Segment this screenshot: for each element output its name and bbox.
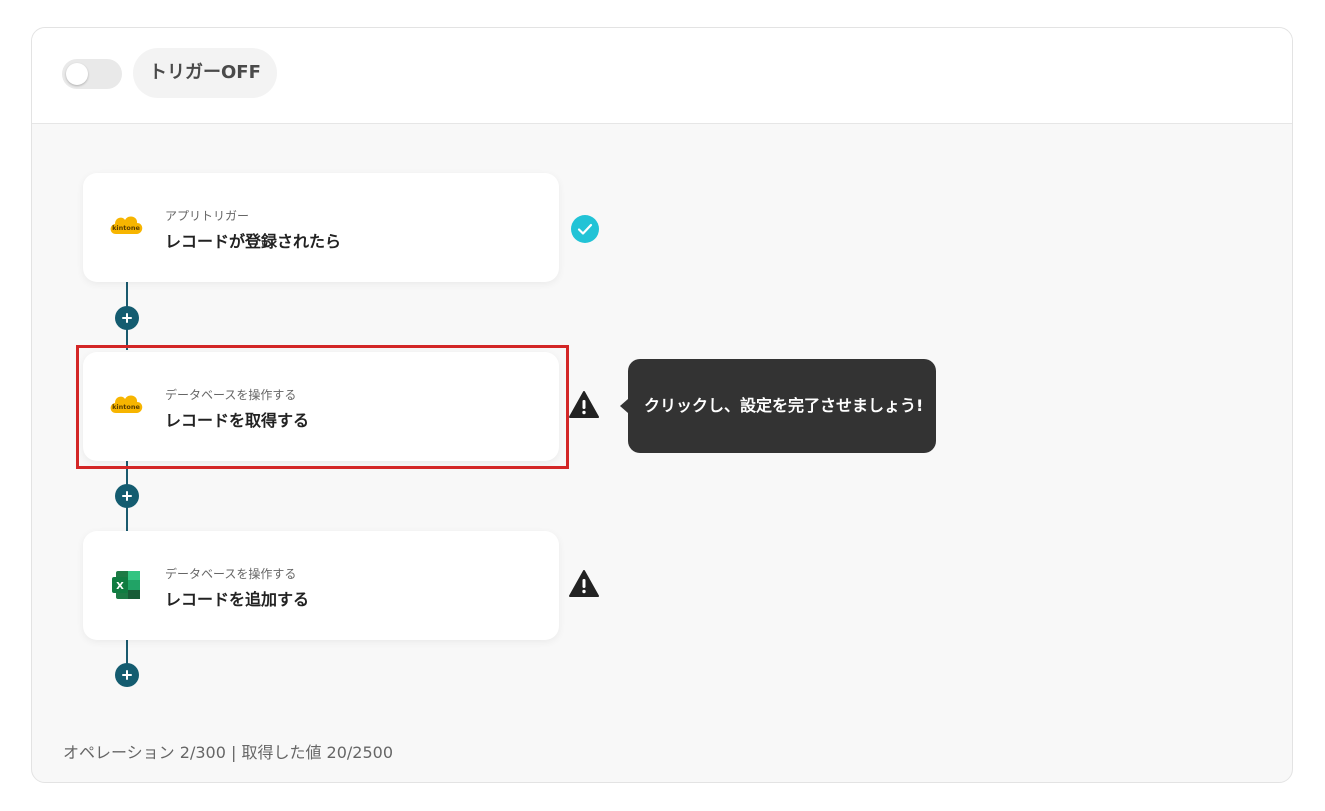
flow-step-add-record[interactable]: X データベースを操作する レコードを追加する (83, 531, 559, 640)
check-circle-icon (571, 215, 599, 243)
excel-logo-letter: X (116, 581, 124, 592)
flow-panel: トリガーOFF kintone アプリトリガー レコードが登録されたら kint… (31, 27, 1293, 783)
add-step-button[interactable] (115, 663, 139, 687)
step-subtitle: アプリトリガー (165, 209, 250, 223)
kintone-logo-text: kintone (112, 224, 140, 232)
warning-icon (569, 391, 599, 418)
kintone-logo-text: kintone (112, 403, 140, 411)
step-title: レコードを取得する (165, 411, 310, 430)
step-subtitle: データベースを操作する (165, 388, 297, 402)
add-step-button[interactable] (115, 306, 139, 330)
flow-step-get-record[interactable]: kintone データベースを操作する レコードを取得する (83, 352, 559, 461)
kintone-icon: kintone (110, 216, 143, 234)
flow-step-trigger[interactable]: kintone アプリトリガー レコードが登録されたら (83, 173, 559, 282)
flow-header: トリガーOFF (32, 28, 1292, 124)
warning-icon (569, 570, 599, 597)
step-subtitle: データベースを操作する (165, 567, 297, 581)
step-title: レコードが登録されたら (165, 232, 342, 251)
trigger-toggle[interactable] (62, 59, 122, 89)
add-step-button[interactable] (115, 484, 139, 508)
step-title: レコードを追加する (165, 590, 310, 609)
trigger-status-label: トリガーOFF (133, 48, 277, 98)
toggle-knob (66, 63, 88, 85)
usage-summary: オペレーション 2/300 | 取得した値 20/2500 (63, 743, 393, 762)
excel-icon: X (112, 571, 140, 599)
setup-hint-tooltip: クリックし、設定を完了させましょう! (620, 359, 936, 453)
kintone-icon: kintone (110, 395, 143, 413)
